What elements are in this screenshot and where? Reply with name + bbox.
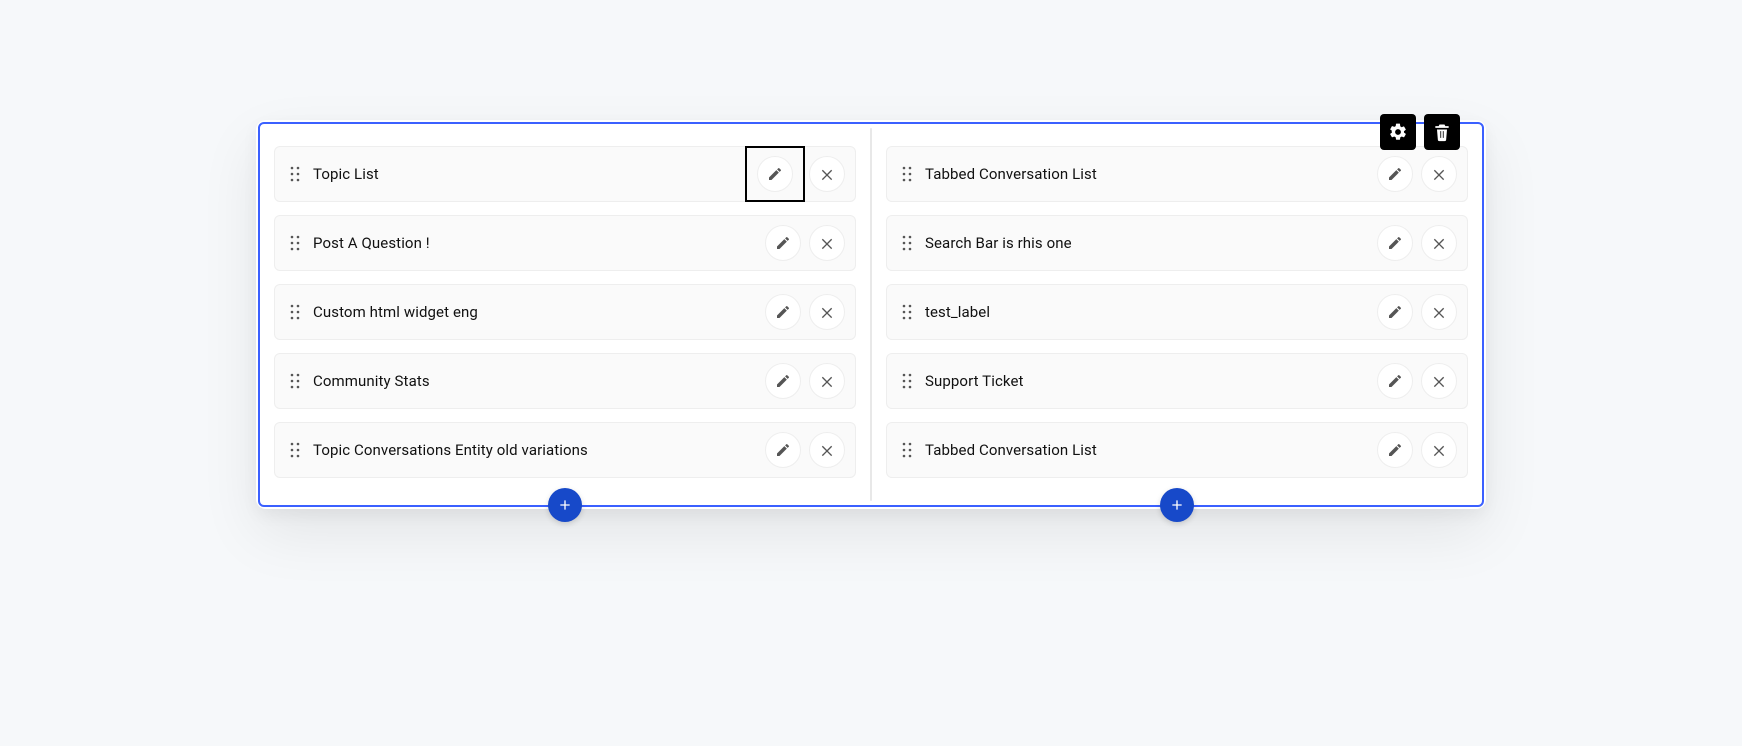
close-icon xyxy=(1431,373,1447,389)
close-icon xyxy=(819,373,835,389)
widget-row[interactable]: test_label xyxy=(886,284,1468,340)
drag-handle-icon[interactable] xyxy=(901,165,913,183)
pencil-icon xyxy=(1387,373,1403,389)
pencil-icon xyxy=(775,304,791,320)
remove-button[interactable] xyxy=(1421,294,1457,330)
edit-button[interactable] xyxy=(1377,225,1413,261)
widget-row[interactable]: Post A Question ! xyxy=(274,215,856,271)
add-widget-button-right[interactable] xyxy=(1160,488,1194,522)
row-actions xyxy=(1377,432,1457,468)
widget-label: Topic List xyxy=(313,165,749,183)
row-actions xyxy=(1377,225,1457,261)
delete-region-button[interactable] xyxy=(1424,114,1460,150)
widget-row[interactable]: Topic Conversations Entity old variation… xyxy=(274,422,856,478)
pencil-icon xyxy=(1387,442,1403,458)
selected-region: Topic List Post A Questi xyxy=(258,122,1484,507)
close-icon xyxy=(819,166,835,182)
remove-button[interactable] xyxy=(1421,363,1457,399)
pencil-icon xyxy=(775,373,791,389)
remove-button[interactable] xyxy=(809,432,845,468)
right-column: Tabbed Conversation List Search Bar is r… xyxy=(872,124,1482,505)
plus-icon xyxy=(1169,497,1185,513)
remove-button[interactable] xyxy=(1421,156,1457,192)
edit-button[interactable] xyxy=(765,225,801,261)
close-icon xyxy=(819,442,835,458)
drag-handle-icon[interactable] xyxy=(289,372,301,390)
close-icon xyxy=(819,235,835,251)
pencil-icon xyxy=(1387,235,1403,251)
remove-button[interactable] xyxy=(809,156,845,192)
widget-row[interactable]: Support Ticket xyxy=(886,353,1468,409)
pencil-icon xyxy=(775,442,791,458)
row-actions xyxy=(765,294,845,330)
widget-label: Search Bar is rhis one xyxy=(925,234,1377,252)
remove-button[interactable] xyxy=(809,225,845,261)
region-toolbar xyxy=(1380,114,1460,150)
edit-button[interactable] xyxy=(765,294,801,330)
pencil-icon xyxy=(775,235,791,251)
widget-row[interactable]: Tabbed Conversation List xyxy=(886,422,1468,478)
edit-button[interactable] xyxy=(757,156,793,192)
remove-button[interactable] xyxy=(809,294,845,330)
widget-row[interactable]: Community Stats xyxy=(274,353,856,409)
edit-button[interactable] xyxy=(765,363,801,399)
row-actions xyxy=(1377,156,1457,192)
widget-label: Tabbed Conversation List xyxy=(925,165,1377,183)
drag-handle-icon[interactable] xyxy=(901,303,913,321)
close-icon xyxy=(1431,166,1447,182)
close-icon xyxy=(1431,304,1447,320)
widget-label: test_label xyxy=(925,303,1377,321)
drag-handle-icon[interactable] xyxy=(901,441,913,459)
columns-container: Topic List Post A Questi xyxy=(260,124,1482,505)
row-actions xyxy=(765,225,845,261)
drag-handle-icon[interactable] xyxy=(289,165,301,183)
drag-handle-icon[interactable] xyxy=(289,303,301,321)
close-icon xyxy=(1431,442,1447,458)
pencil-icon xyxy=(1387,304,1403,320)
drag-handle-icon[interactable] xyxy=(901,372,913,390)
add-widget-button-left[interactable] xyxy=(548,488,582,522)
left-column: Topic List Post A Questi xyxy=(260,124,870,505)
close-icon xyxy=(819,304,835,320)
widget-label: Tabbed Conversation List xyxy=(925,441,1377,459)
row-actions xyxy=(749,156,845,192)
widget-label: Support Ticket xyxy=(925,372,1377,390)
trash-icon xyxy=(1432,122,1452,142)
edit-button[interactable] xyxy=(1377,363,1413,399)
widget-row[interactable]: Tabbed Conversation List xyxy=(886,146,1468,202)
pencil-icon xyxy=(767,166,783,182)
widget-label: Post A Question ! xyxy=(313,234,765,252)
widget-row[interactable]: Topic List xyxy=(274,146,856,202)
remove-button[interactable] xyxy=(1421,225,1457,261)
widget-label: Custom html widget eng xyxy=(313,303,765,321)
drag-handle-icon[interactable] xyxy=(289,234,301,252)
plus-icon xyxy=(557,497,573,513)
drag-handle-icon[interactable] xyxy=(901,234,913,252)
widget-label: Community Stats xyxy=(313,372,765,390)
edit-button[interactable] xyxy=(1377,432,1413,468)
edit-button[interactable] xyxy=(765,432,801,468)
remove-button[interactable] xyxy=(809,363,845,399)
remove-button[interactable] xyxy=(1421,432,1457,468)
row-actions xyxy=(765,363,845,399)
edit-button[interactable] xyxy=(1377,294,1413,330)
row-actions xyxy=(765,432,845,468)
row-actions xyxy=(1377,294,1457,330)
drag-handle-icon[interactable] xyxy=(289,441,301,459)
close-icon xyxy=(1431,235,1447,251)
gear-icon xyxy=(1388,122,1408,142)
row-actions xyxy=(1377,363,1457,399)
edit-button[interactable] xyxy=(1377,156,1413,192)
widget-row[interactable]: Custom html widget eng xyxy=(274,284,856,340)
settings-button[interactable] xyxy=(1380,114,1416,150)
layout-editor-card: Topic List Post A Questi xyxy=(256,120,1486,509)
widget-row[interactable]: Search Bar is rhis one xyxy=(886,215,1468,271)
pencil-icon xyxy=(1387,166,1403,182)
focused-edit-wrapper xyxy=(745,146,805,202)
widget-label: Topic Conversations Entity old variation… xyxy=(313,441,765,459)
